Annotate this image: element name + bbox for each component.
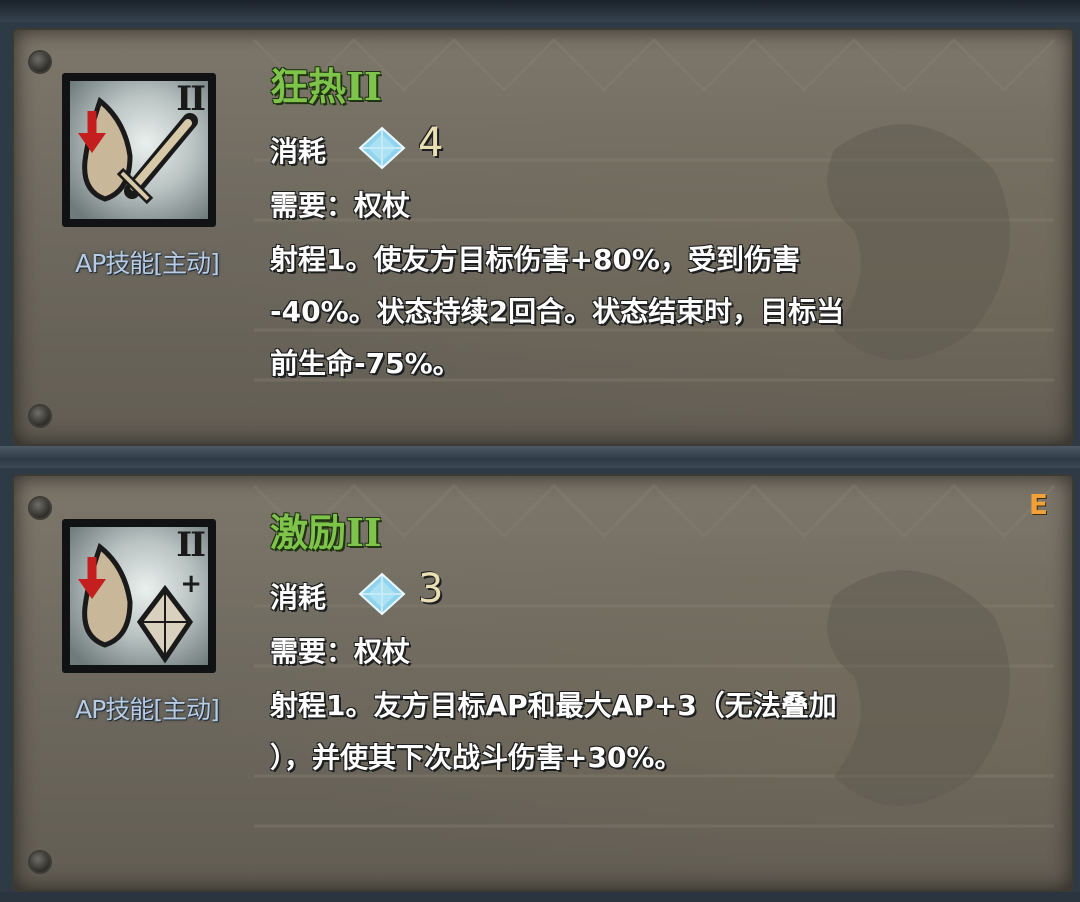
divider-strip [0, 446, 1080, 468]
description-line: -40%。状态持续2回合。状态结束时，目标当 [270, 295, 845, 328]
description-line: 前生命-75%。 [270, 347, 461, 380]
description-line: 射程1。友方目标AP和最大AP+3（无法叠加 [270, 689, 837, 722]
cost-value: 3 [418, 566, 444, 612]
rivet-top-left [30, 498, 50, 518]
description-line: ），并使其下次战斗伤害+30%。 [270, 741, 683, 774]
top-frame-strip [0, 0, 1080, 22]
cost-label: 消耗 [270, 581, 327, 614]
rivet-bottom-left [30, 852, 50, 872]
tier-label: II [176, 79, 206, 119]
rivet-top-left [30, 52, 50, 72]
description-line: 射程1。使友方目标伤害+80%，受到伤害 [270, 243, 800, 276]
plus-badge: + [180, 569, 202, 599]
rivet-bottom-left [30, 406, 50, 426]
cost-label: 消耗 [270, 135, 327, 168]
requirement-text: 需要：权杖 [270, 189, 411, 222]
bottom-frame-strip [0, 892, 1080, 902]
skill-description: 射程1。友方目标AP和最大AP+3（无法叠加 ），并使其下次战斗伤害+30%。 [270, 680, 980, 784]
skill-type-label: AP技能[主动] [75, 695, 220, 724]
skill-icon-frame[interactable]: II + [62, 519, 216, 673]
skill-card-inspire[interactable]: E II + AP技能[主动] 激励II 消耗 3 需要：权杖 射程1。友方目标… [12, 474, 1074, 892]
skill-title: 激励II [270, 510, 382, 555]
skill-title: 狂热II [270, 64, 382, 109]
tier-label: II [176, 525, 206, 565]
skill-icon-frame[interactable]: II [62, 73, 216, 227]
cost-value: 4 [418, 120, 444, 166]
corner-tag: E [1028, 488, 1048, 521]
crystal-icon [358, 572, 406, 616]
skill-type-label: AP技能[主动] [75, 249, 220, 278]
crystal-icon [358, 126, 406, 170]
skill-description: 射程1。使友方目标伤害+80%，受到伤害 -40%。状态持续2回合。状态结束时，… [270, 234, 980, 390]
requirement-text: 需要：权杖 [270, 635, 411, 668]
skill-card-fervor[interactable]: II AP技能[主动] 狂热II 消耗 4 需要：权杖 射程1。使友方目标伤害+… [12, 28, 1074, 446]
